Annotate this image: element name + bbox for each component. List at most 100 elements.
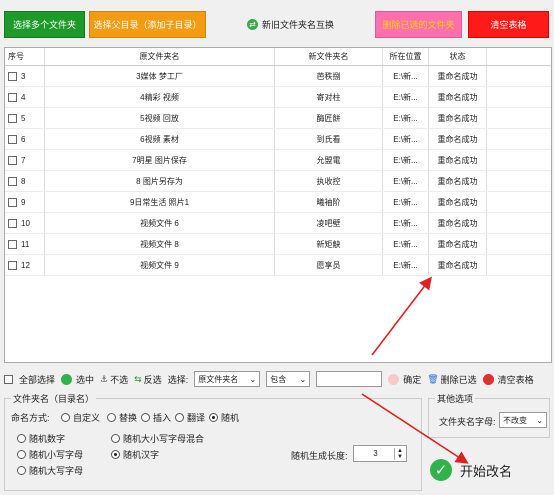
add-folders-button[interactable]: 选择多个文件夹 (4, 11, 85, 38)
table-row[interactable]: 11 视频文件 8 新矩觖 E:\新... 重命名成功 (5, 234, 551, 255)
table-row[interactable]: 10 视频文件 6 凌吧壁 E:\新... 重命名成功 (5, 213, 551, 234)
row-status-text: 重命名成功 (437, 71, 478, 81)
mode-translate-radio[interactable]: 翻译 (175, 411, 205, 424)
row-location-text: E:\新... (393, 176, 418, 186)
row-index: 12 (5, 255, 45, 275)
row-checkbox[interactable] (8, 239, 17, 249)
row-checkbox[interactable] (8, 155, 17, 165)
delete-selected-folders-button[interactable]: 删除已选的文件夹 (375, 11, 462, 38)
radio-icon (17, 434, 26, 443)
radio-icon (175, 413, 184, 422)
row-new-name-text: 新矩觖 (316, 239, 341, 249)
row-status-text: 重命名成功 (437, 239, 478, 249)
row-location: E:\新... (383, 171, 429, 191)
row-new-name-text: 凌吧壁 (316, 218, 341, 228)
row-status-text: 重命名成功 (437, 197, 478, 207)
row-location-text: E:\新... (393, 134, 418, 144)
row-index-text: 7 (21, 155, 26, 165)
table-row[interactable]: 12 视频文件 9 愿享员 E:\新... 重命名成功 (5, 255, 551, 276)
row-checkbox[interactable] (8, 92, 17, 102)
row-index-text: 10 (21, 218, 30, 228)
row-checkbox[interactable] (8, 113, 17, 123)
folder-table: 序号 原文件夹名 新文件夹名 所在位置 状态 3 3媒体 梦工厂 芭秩捌 E:\新..… (4, 47, 552, 363)
row-status: 重命名成功 (429, 129, 487, 149)
row-location: E:\新... (383, 87, 429, 107)
invert-label: 反选 (143, 374, 162, 385)
row-location-text: E:\新... (393, 113, 418, 123)
stepper-arrows-icon[interactable]: ▲ ▼ (394, 447, 403, 460)
row-checkbox[interactable] (8, 176, 17, 186)
header-status[interactable]: 状态 (429, 48, 487, 65)
random-digits-label: 随机数字 (29, 434, 66, 444)
check-icon (61, 373, 73, 385)
row-status: 重命名成功 (429, 87, 487, 107)
swap-icon: ⇄ (247, 19, 258, 30)
random-uppercase-radio[interactable]: 随机大写字母 (17, 464, 83, 477)
row-location: E:\新... (383, 129, 429, 149)
row-status: 重命名成功 (429, 213, 487, 233)
random-mixed-case-radio[interactable]: 随机大小写字母混合 (111, 432, 204, 445)
row-old-name-text: 7明星 图片保存 (132, 155, 187, 165)
filter-text-input[interactable] (316, 371, 383, 387)
random-lowercase-radio[interactable]: 随机小写字母 (17, 448, 83, 461)
header-new-name[interactable]: 新文件夹名 (275, 48, 383, 65)
row-location: E:\新... (383, 66, 429, 86)
check-button[interactable]: 选中 (61, 373, 94, 386)
clear-table-small-button[interactable]: 清空表格 (482, 373, 534, 386)
row-new-name-text: 酶匠餅 (316, 113, 341, 123)
table-row[interactable]: 6 6视频 素材 到氏看 E:\新... 重命名成功 (5, 129, 551, 150)
row-old-name: 7明星 图片保存 (45, 150, 275, 170)
swap-names-button[interactable]: ⇄ 新旧文件夹名互换 (247, 11, 334, 38)
table-row[interactable]: 7 7明星 图片保存 允盟電 E:\新... 重命名成功 (5, 150, 551, 171)
row-checkbox[interactable] (8, 197, 17, 207)
row-checkbox[interactable] (8, 71, 17, 81)
random-lowercase-label: 随机小写字母 (29, 450, 84, 460)
start-rename-label: 开始改名 (460, 463, 513, 479)
row-old-name-text: 8 图片另存为 (136, 176, 183, 186)
random-chinese-radio[interactable]: 随机汉字 (111, 448, 159, 461)
mode-label-translate: 翻译 (187, 413, 206, 423)
table-row[interactable]: 5 5视频 回放 酶匠餅 E:\新... 重命名成功 (5, 108, 551, 129)
match-select[interactable]: 包含 ⌄ (266, 371, 311, 387)
table-row[interactable]: 9 9日常生活 照片1 曦袖阶 E:\新... 重命名成功 (5, 192, 551, 213)
row-checkbox[interactable] (8, 260, 17, 270)
length-label: 随机生成长度: (291, 451, 348, 461)
table-row[interactable]: 4 4精彩 视频 寄对柱 E:\新... 重命名成功 (5, 87, 551, 108)
row-checkbox[interactable] (8, 218, 17, 228)
table-row[interactable]: 3 3媒体 梦工厂 芭秩捌 E:\新... 重命名成功 (5, 66, 551, 87)
select-all-checkbox[interactable]: 全部选择 (4, 373, 55, 386)
mode-label-random: 随机 (221, 413, 240, 423)
add-parent-directory-button[interactable]: 选择父目录（添加子目录） (89, 11, 206, 38)
mode-replace-radio[interactable]: 替换 (107, 411, 137, 424)
field-select[interactable]: 原文件夹名 ⌄ (194, 371, 261, 387)
clear-table-button[interactable]: 清空表格 (468, 11, 549, 38)
row-checkbox[interactable] (8, 134, 17, 144)
row-index-text: 11 (21, 239, 30, 249)
case-select[interactable]: 不改变 ⌄ (499, 412, 547, 428)
invert-button[interactable]: ⇆ 反选 (134, 373, 162, 386)
chevron-down-icon: ⌄ (536, 415, 543, 425)
mode-insert-radio[interactable]: 插入 (141, 411, 171, 424)
mode-custom-radio[interactable]: 自定义 (61, 411, 100, 424)
start-rename-button[interactable]: ✓ 开始改名 (430, 452, 548, 488)
uncheck-button[interactable]: ⚓ 不选 (100, 373, 128, 386)
uncheck-label: 不选 (110, 374, 129, 385)
header-old-name[interactable]: 原文件夹名 (45, 48, 275, 65)
swap-names-label: 新旧文件夹名互换 (262, 20, 335, 30)
row-old-name-text: 6视频 素材 (140, 134, 179, 144)
random-digits-radio[interactable]: 随机数字 (17, 432, 65, 445)
header-location[interactable]: 所在位置 (383, 48, 429, 65)
mode-random-radio[interactable]: 随机 (209, 411, 239, 424)
delete-selected-button[interactable]: 🗑 删除已选 (427, 373, 476, 386)
row-location-text: E:\新... (393, 260, 418, 270)
length-stepper[interactable]: 3 ▲ ▼ (353, 445, 407, 462)
table-row[interactable]: 8 8 图片另存为 执收控 E:\新... 重命名成功 (5, 171, 551, 192)
header-index[interactable]: 序号 (5, 48, 45, 65)
check-label: 选中 (76, 374, 95, 385)
invert-icon: ⇆ (134, 373, 142, 384)
radio-icon (61, 413, 70, 422)
confirm-button[interactable]: 确定 (388, 373, 421, 386)
row-status: 重命名成功 (429, 108, 487, 128)
row-old-name-text: 9日常生活 照片1 (129, 197, 190, 207)
row-old-name-text: 视频文件 9 (140, 260, 179, 270)
